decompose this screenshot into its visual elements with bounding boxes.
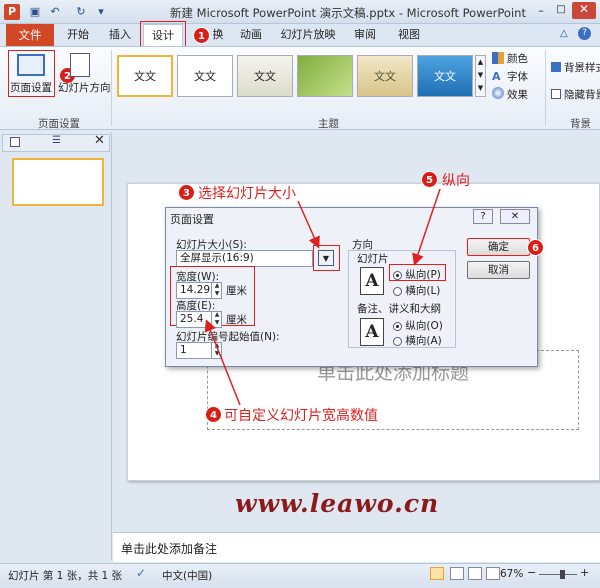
step-3-marker: 3 bbox=[178, 184, 195, 201]
annotation-arrows bbox=[204, 188, 441, 406]
arrow-to-portrait bbox=[412, 188, 441, 266]
step-5-marker: 5 bbox=[421, 171, 438, 188]
step-4-marker: 4 bbox=[205, 406, 222, 423]
arrow-to-dimensions bbox=[204, 319, 241, 406]
step-4-text: 可自定义幻灯片宽高数值 bbox=[224, 408, 378, 424]
step-3-text: 选择幻灯片大小 bbox=[198, 186, 296, 202]
arrow-to-size-dropdown bbox=[297, 200, 320, 249]
step-5-text: 纵向 bbox=[442, 173, 470, 189]
